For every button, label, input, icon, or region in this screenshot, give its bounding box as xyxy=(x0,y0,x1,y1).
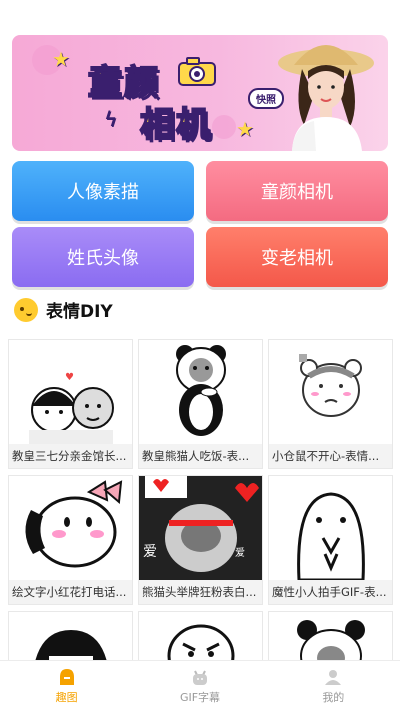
section-title: 表情DIY xyxy=(46,302,113,322)
portrait-sketch-button[interactable]: 人像素描 xyxy=(12,161,194,221)
sticker-card[interactable]: 魔性小人拍手GIF-表... xyxy=(268,475,393,605)
promo-banner[interactable]: ★ ★ ϟ 童颜 相机 快照 xyxy=(12,35,388,151)
phone-bow-sticker xyxy=(9,476,132,580)
model-photo xyxy=(278,45,374,151)
profile-icon xyxy=(325,670,342,685)
star-icon: ★ xyxy=(236,117,254,141)
tab-profile[interactable]: 我的 xyxy=(267,661,400,711)
sticker-caption: 绘文字小红花打电话... xyxy=(9,580,132,604)
sticker-caption: 魔性小人拍手GIF-表... xyxy=(269,580,392,604)
decor-dot xyxy=(212,115,236,139)
tab-fun[interactable]: 趣图 xyxy=(0,661,133,711)
sticker-caption: 教皇三七分亲金馆长... xyxy=(9,444,132,468)
star-icon: ★ xyxy=(52,47,70,71)
sticker-card[interactable]: 小仓鼠不开心-表情... xyxy=(268,339,393,469)
fun-icon xyxy=(59,669,74,685)
tab-label: 趣图 xyxy=(55,691,78,704)
clapping-man-sticker xyxy=(269,476,392,582)
sticker-caption: 熊猫头举牌狂粉表白... xyxy=(139,580,262,604)
tab-gif-subtitle[interactable]: GIF字幕 xyxy=(133,661,266,711)
svg-text:爱: 爱 xyxy=(143,544,157,560)
sticker-caption: 小仓鼠不开心-表情... xyxy=(269,444,392,468)
tab-label: 我的 xyxy=(322,691,345,704)
panda-hearts-sticker: 爱 爱 xyxy=(139,476,262,580)
banner-title-line2: 相机 xyxy=(139,104,212,146)
hamster-sticker xyxy=(269,340,392,444)
smiley-face-icon xyxy=(14,297,38,322)
sticker-caption: 教皇熊猫人吃饭-表... xyxy=(139,444,262,468)
camera-icon xyxy=(178,57,216,86)
sticker-card[interactable]: 教皇熊猫人吃饭-表... xyxy=(138,339,263,469)
sticker-card[interactable]: 爱 爱 熊猫头举牌狂粉表白... xyxy=(138,475,263,605)
sticker-card[interactable]: 绘文字小红花打电话... xyxy=(8,475,133,605)
surname-avatar-button[interactable]: 姓氏头像 xyxy=(12,227,194,287)
sticker-card[interactable]: ♥ 教皇三七分亲金馆长... xyxy=(8,339,133,469)
tab-label: GIF字幕 xyxy=(179,691,221,704)
svg-text:爱: 爱 xyxy=(235,546,245,559)
svg-text:♥: ♥ xyxy=(65,372,74,383)
two-faces-sticker: ♥ xyxy=(9,340,132,444)
section-header: 表情DIY xyxy=(14,297,113,322)
child-face-camera-button[interactable]: 童颜相机 xyxy=(206,161,388,221)
aging-camera-button[interactable]: 变老相机 xyxy=(206,227,388,287)
panda-eating-sticker xyxy=(139,340,262,444)
lightning-icon: ϟ xyxy=(104,107,118,131)
bottom-navigation: 趣图 GIF字幕 我的 xyxy=(0,660,400,711)
gif-icon xyxy=(192,670,207,685)
